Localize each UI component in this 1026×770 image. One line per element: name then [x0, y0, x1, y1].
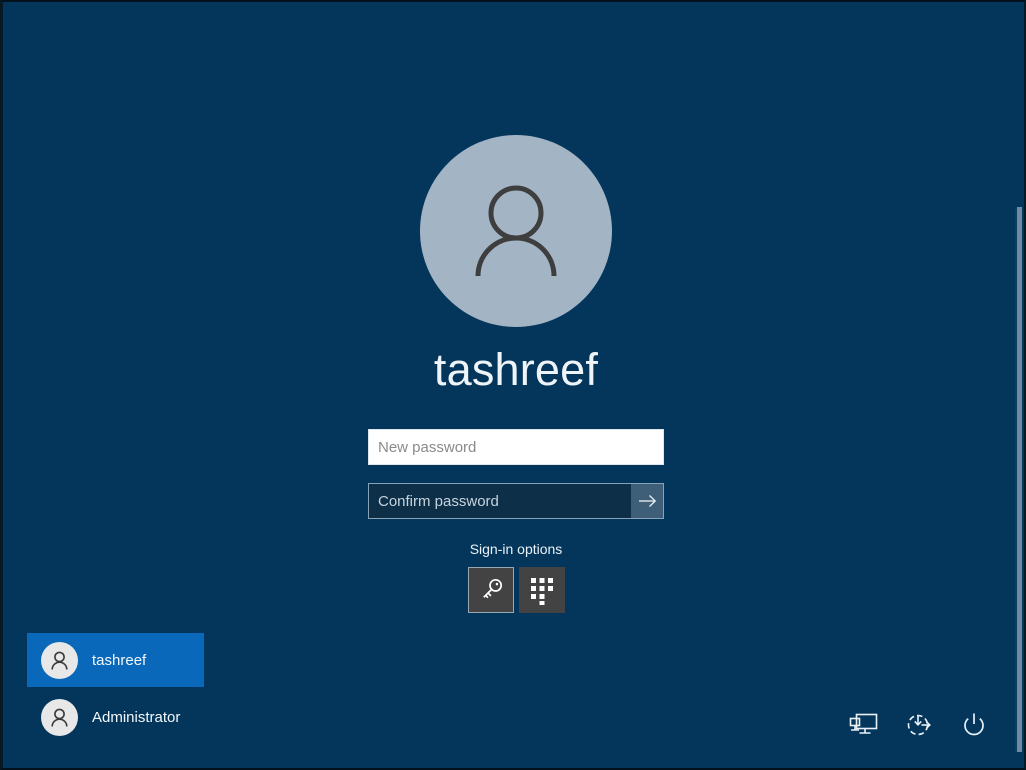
- person-avatar-icon: [51, 708, 68, 727]
- avatar: [41, 641, 78, 679]
- avatar: [420, 135, 612, 327]
- network-button[interactable]: [848, 709, 880, 741]
- login-panel: tashreef Sign-in options: [3, 2, 1024, 613]
- power-icon: [964, 713, 984, 736]
- password-form: [368, 429, 664, 519]
- confirm-password-field[interactable]: [368, 483, 664, 519]
- new-password-field[interactable]: [368, 429, 664, 465]
- user-list-item-label: tashreef: [92, 651, 147, 669]
- network-icon: [849, 713, 878, 734]
- arrow-right-icon: [638, 495, 656, 507]
- lock-screen: tashreef Sign-in options tashreef Admini…: [0, 0, 1026, 770]
- password-key-option[interactable]: [467, 567, 514, 613]
- pin-keypad-option[interactable]: [518, 567, 565, 613]
- page-title: tashreef: [433, 344, 599, 395]
- submit-button[interactable]: [631, 484, 663, 518]
- signin-options-label: Sign-in options: [469, 541, 563, 557]
- confirm-password-input[interactable]: [369, 484, 631, 518]
- system-actions: [848, 709, 990, 741]
- ease-of-access-icon: [907, 714, 931, 736]
- key-icon: [482, 578, 502, 599]
- user-list-item-administrator[interactable]: Administrator: [27, 690, 204, 744]
- signin-options-row: [467, 567, 565, 613]
- avatar: [41, 698, 78, 736]
- ease-of-access-button[interactable]: [903, 709, 935, 741]
- person-avatar-icon: [51, 651, 68, 670]
- keypad-icon: [530, 578, 553, 605]
- new-password-input[interactable]: [369, 430, 663, 464]
- person-avatar-icon: [475, 185, 557, 277]
- user-list-item-label: Administrator: [92, 708, 181, 726]
- power-button[interactable]: [958, 709, 990, 741]
- user-list-item-tashreef[interactable]: tashreef: [27, 633, 204, 687]
- user-list: tashreef Administrator: [27, 633, 204, 744]
